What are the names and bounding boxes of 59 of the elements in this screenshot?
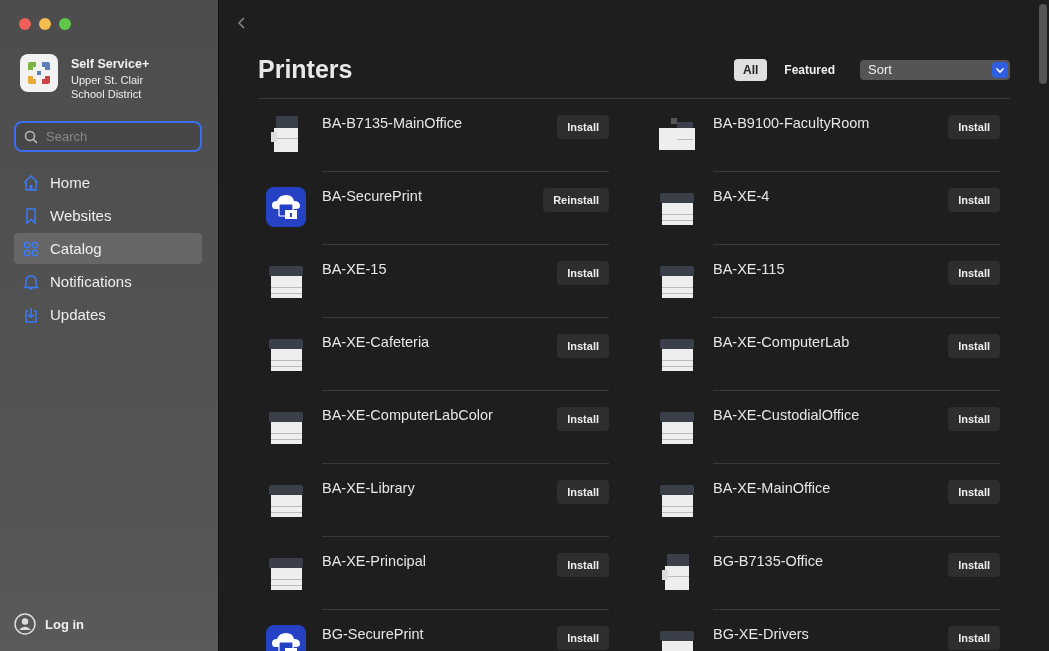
- sidebar-item[interactable]: Websites: [14, 200, 202, 231]
- login-button[interactable]: Log in: [14, 613, 84, 635]
- organization-name: Upper St. Clair School District: [71, 73, 145, 101]
- printer-name: BA-XE-15: [322, 261, 387, 277]
- cloud-printer-icon: [266, 187, 306, 227]
- app-logo-icon: [20, 54, 58, 92]
- sidebar-item[interactable]: Notifications: [14, 266, 202, 297]
- sidebar-item[interactable]: Updates: [14, 299, 202, 330]
- printer-name: BA-XE-Cafeteria: [322, 334, 430, 350]
- app-name: Self Service+: [71, 57, 151, 71]
- download-icon: [22, 305, 40, 324]
- install-button[interactable]: Install: [557, 480, 609, 504]
- printer-name: BA-XE-Library: [322, 480, 415, 496]
- page-title: Printers: [258, 55, 353, 84]
- install-button[interactable]: Install: [948, 407, 1000, 431]
- printer-name: BA-XE-Principal: [322, 553, 426, 569]
- sort-dropdown[interactable]: Sort: [860, 59, 1010, 80]
- printer-name: BG-SecurePrint: [322, 626, 424, 642]
- sidebar-item[interactable]: Catalog: [14, 233, 202, 264]
- grid-icon: [22, 239, 40, 258]
- install-button[interactable]: Install: [948, 115, 1000, 139]
- filter-tab[interactable]: Featured: [775, 58, 844, 81]
- printer-name: BA-XE-115: [713, 261, 785, 277]
- zoom-button[interactable]: [59, 18, 71, 30]
- printer-name: BA-XE-MainOffice: [713, 480, 831, 496]
- install-button[interactable]: Install: [948, 188, 1000, 212]
- home-icon: [22, 173, 40, 192]
- user-icon: [14, 613, 36, 635]
- close-button[interactable]: [19, 18, 31, 30]
- filter-tab[interactable]: All: [733, 58, 768, 81]
- printer-name: BA-XE-CustodialOffice: [713, 407, 860, 423]
- install-button[interactable]: Install: [948, 626, 1000, 650]
- back-button[interactable]: [237, 16, 247, 30]
- printer-name: BG-XE-Drivers: [713, 626, 809, 642]
- printer-name: BA-XE-ComputerLabColor: [322, 407, 493, 423]
- install-button[interactable]: Install: [557, 626, 609, 650]
- printer-name: BA-XE-ComputerLab: [713, 334, 850, 350]
- install-button[interactable]: Install: [557, 553, 609, 577]
- bell-icon: [22, 272, 40, 291]
- scrollbar-thumb[interactable]: [1039, 4, 1047, 84]
- install-button[interactable]: Install: [948, 261, 1000, 285]
- printer-name: BA-XE-4: [713, 188, 770, 204]
- install-button[interactable]: Install: [557, 261, 609, 285]
- install-button[interactable]: Install: [557, 115, 609, 139]
- printer-name: BA-SecurePrint: [322, 188, 422, 204]
- chevron-down-icon: [992, 61, 1008, 78]
- printer-name: BG-B7135-Office: [713, 553, 824, 569]
- printer-name: BA-B7135-MainOffice: [322, 115, 462, 131]
- install-button[interactable]: Install: [948, 334, 1000, 358]
- install-button[interactable]: Install: [948, 553, 1000, 577]
- search-field[interactable]: Search: [14, 121, 202, 152]
- sidebar-item[interactable]: Home: [14, 167, 202, 198]
- install-button[interactable]: Reinstall: [543, 188, 609, 212]
- printer-name: BA-B9100-FacultyRoom: [713, 115, 870, 131]
- install-button[interactable]: Install: [557, 407, 609, 431]
- install-button[interactable]: Install: [557, 334, 609, 358]
- install-button[interactable]: Install: [948, 480, 1000, 504]
- minimize-button[interactable]: [39, 18, 51, 30]
- search-icon: [24, 129, 38, 144]
